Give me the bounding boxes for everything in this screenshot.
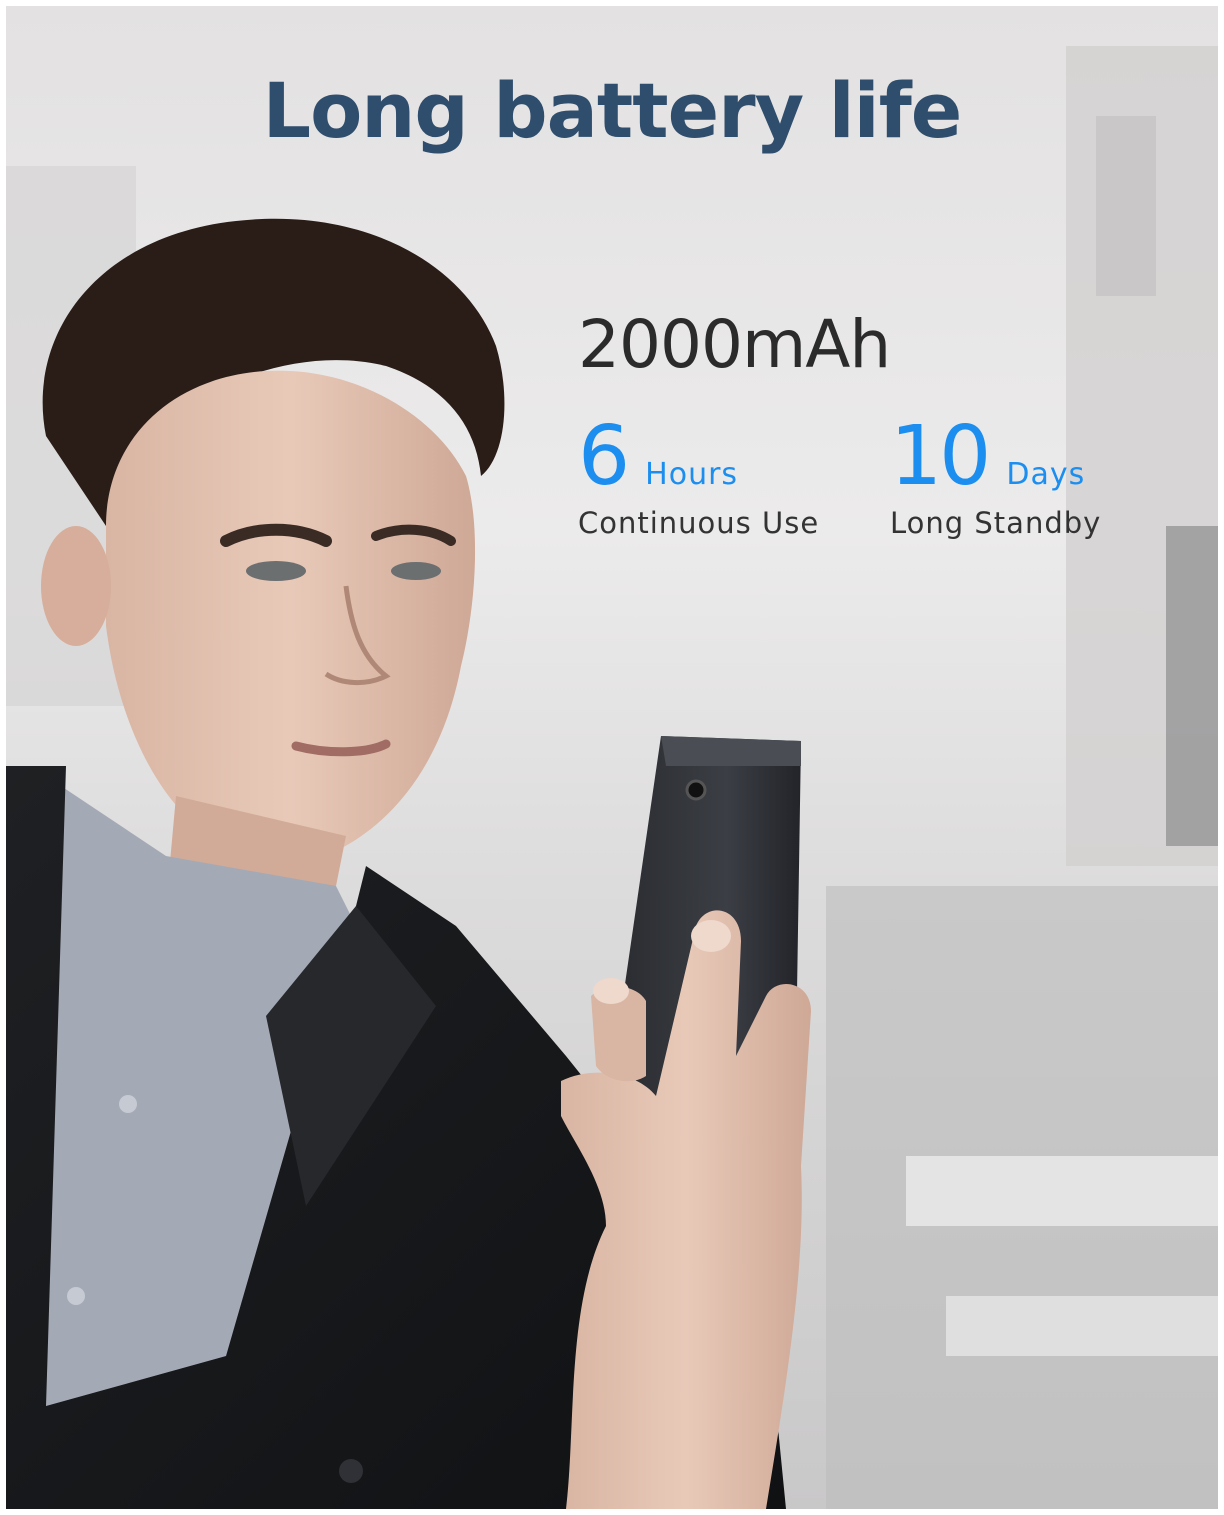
man-holding-phone-photo: [6, 46, 1218, 1509]
stat-number: 6: [578, 409, 630, 504]
stat-continuous-use: 6 Hours Continuous Use: [578, 416, 820, 541]
stat-long-standby: 10 Days Long Standby: [890, 416, 1102, 541]
promo-banner: Long battery life 2000mAh 6 Hours Continu…: [6, 6, 1218, 1509]
headline: Long battery life: [262, 66, 963, 155]
stat-unit: Days: [1006, 457, 1086, 492]
stat-number: 10: [890, 409, 991, 504]
stat-caption: Long Standby: [890, 506, 1102, 540]
battery-capacity: 2000mAh: [578, 306, 891, 383]
stat-caption: Continuous Use: [578, 506, 820, 540]
stat-unit: Hours: [645, 457, 739, 492]
